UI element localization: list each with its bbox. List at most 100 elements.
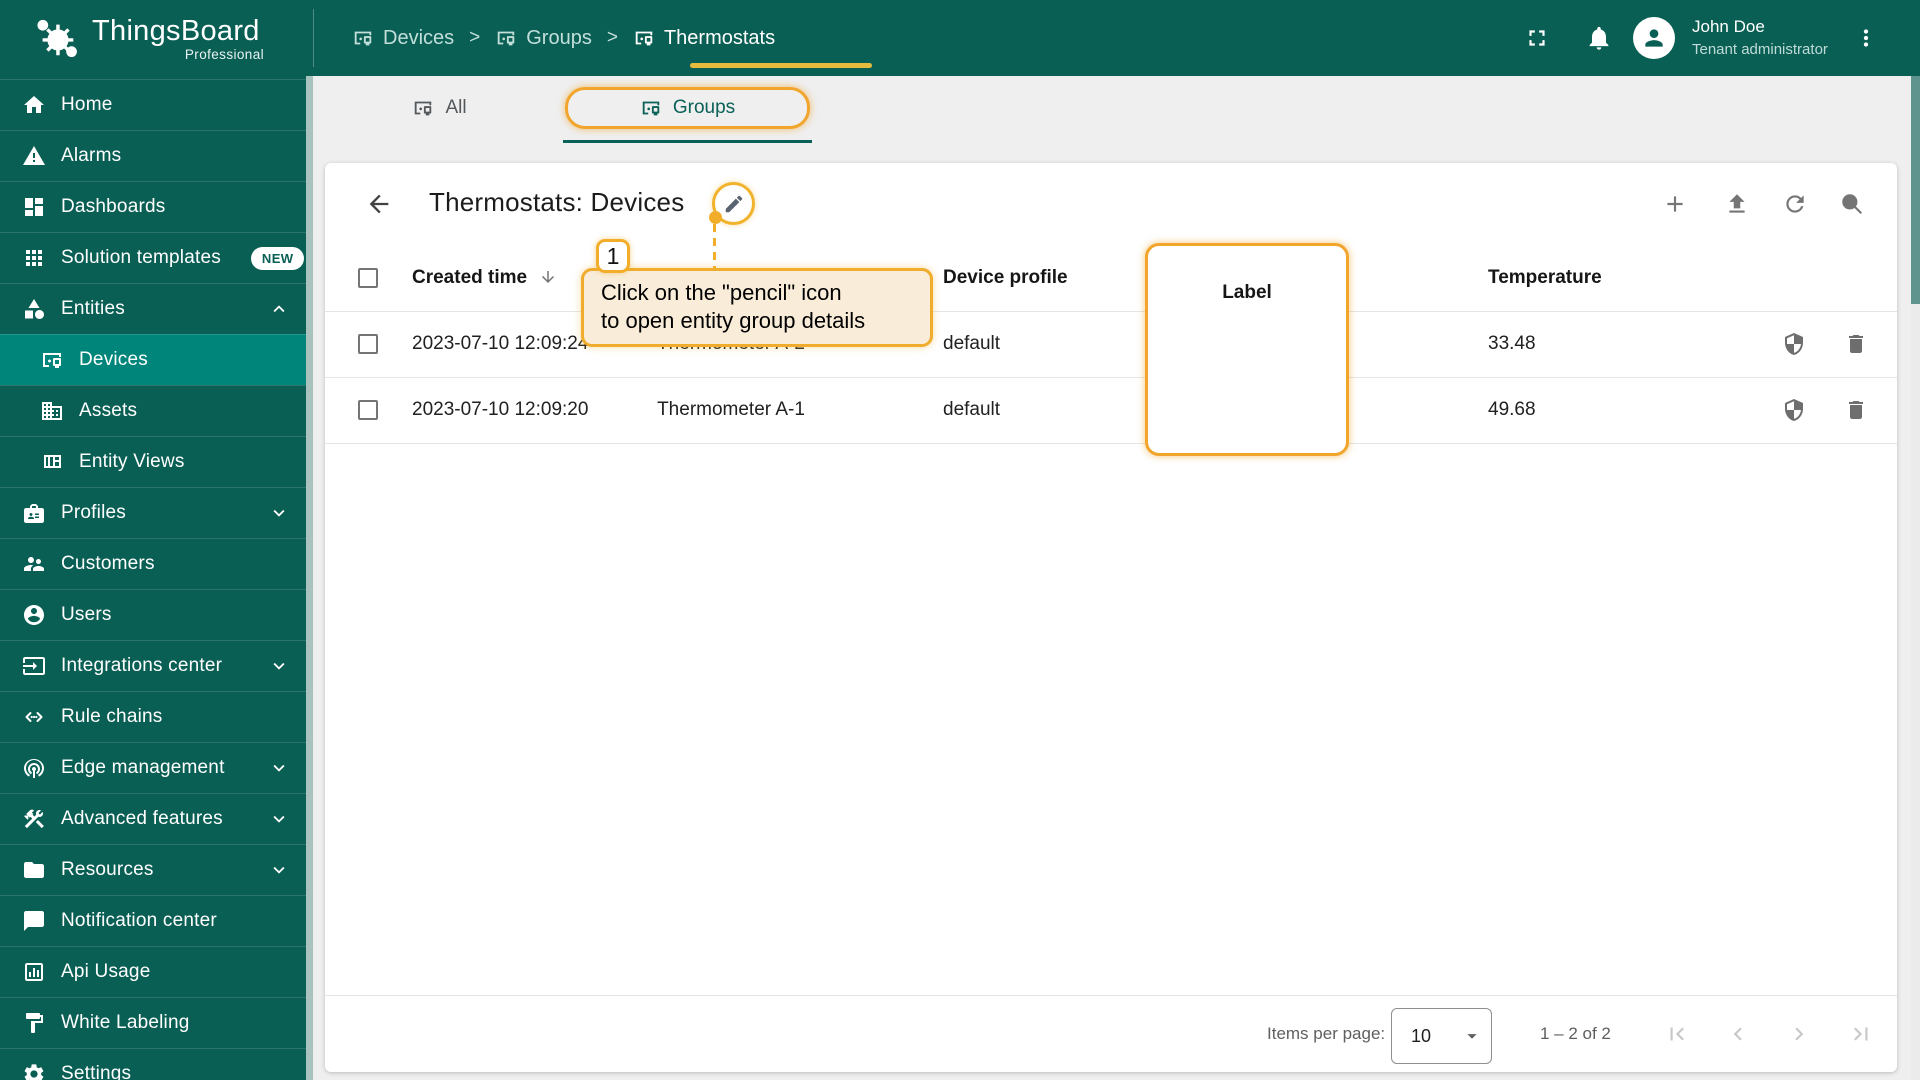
last-page-icon[interactable]: [1848, 1021, 1874, 1047]
sidebar-item-label: Home: [61, 94, 113, 115]
column-header-created-time[interactable]: Created time: [412, 267, 557, 289]
sidebar-item-label: Edge management: [61, 757, 225, 778]
add-entity-button[interactable]: [1662, 191, 1688, 217]
sidebar-item-edge-management[interactable]: Edge management: [0, 742, 306, 793]
sidebar-item-rule-chains[interactable]: Rule chains: [0, 691, 306, 742]
sidebar-item-label: Solution templates: [61, 247, 221, 268]
chevron-down-icon: [268, 757, 290, 779]
shield-security-icon[interactable]: [1782, 332, 1806, 356]
tutorial-connector-dot: [709, 211, 722, 224]
back-arrow-button[interactable]: [365, 190, 393, 218]
sidebar-item-resources[interactable]: Resources: [0, 844, 306, 895]
cell-created-time: 2023-07-10 12:09:24: [412, 333, 589, 354]
sidebar-item-label: Entity Views: [79, 451, 185, 472]
delete-trash-icon[interactable]: [1844, 398, 1868, 422]
sidebar-item-home[interactable]: Home: [0, 79, 306, 130]
top-header: ThingsBoard Professional Devices > Group…: [0, 0, 1920, 76]
tutorial-callout-line1: Click on the "pencil" icon: [601, 280, 842, 305]
items-per-page-label: Items per page:: [1267, 1024, 1386, 1043]
paint-icon: [22, 1011, 46, 1035]
home-icon: [22, 93, 46, 117]
first-page-icon[interactable]: [1664, 1021, 1690, 1047]
sidebar-item-alarms[interactable]: Alarms: [0, 130, 306, 181]
tutorial-connector-dashed-line: [713, 224, 716, 268]
sidebar-item-entity-views[interactable]: Entity Views: [0, 436, 306, 487]
sidebar-item-label: Customers: [61, 553, 155, 574]
chevron-down-icon: [268, 502, 290, 524]
sidebar-item-label: Settings: [61, 1063, 132, 1080]
sidebar-item-label: Api Usage: [61, 961, 151, 982]
select-all-checkbox[interactable]: [358, 268, 378, 288]
sidebar-item-label: Users: [61, 604, 112, 625]
divider: [325, 443, 1897, 444]
search-button[interactable]: [1839, 191, 1865, 217]
customers-icon: [22, 552, 46, 576]
column-header-temperature[interactable]: Temperature: [1488, 267, 1602, 289]
row-checkbox[interactable]: [358, 400, 378, 420]
breadcrumb-label: Thermostats: [663, 26, 776, 49]
notifications-bell-icon[interactable]: [1585, 24, 1613, 52]
sidebar-item-solution-templates[interactable]: Solution templates NEW: [0, 232, 306, 283]
table-row[interactable]: 2023-07-10 12:09:20 Thermometer A-1 defa…: [325, 377, 1897, 443]
entities-icon: [22, 297, 46, 321]
chart-icon: [22, 960, 46, 984]
import-button[interactable]: [1724, 191, 1750, 217]
items-per-page-select[interactable]: 10: [1391, 1008, 1492, 1064]
sidebar: Home Alarms Dashboards Solution template…: [0, 76, 306, 1080]
more-vert-icon[interactable]: [1853, 25, 1879, 51]
sidebar-item-profiles[interactable]: Profiles: [0, 487, 306, 538]
shield-security-icon[interactable]: [1782, 398, 1806, 422]
user-menu[interactable]: John Doe Tenant administrator: [1692, 17, 1828, 58]
sidebar-item-devices[interactable]: Devices: [0, 334, 306, 385]
breadcrumb-separator: >: [606, 27, 618, 48]
sidebar-item-notification-center[interactable]: Notification center: [0, 895, 306, 946]
breadcrumb-devices[interactable]: Devices: [352, 27, 454, 50]
tutorial-callout-line2: to open entity group details: [601, 308, 866, 333]
breadcrumb-thermostats[interactable]: Thermostats: [633, 27, 775, 50]
sidebar-item-label: Devices: [79, 349, 148, 370]
page-scrollbar-thumb[interactable]: [1911, 76, 1920, 304]
tutorial-step-badge: 1: [596, 239, 630, 273]
sidebar-item-assets[interactable]: Assets: [0, 385, 306, 436]
column-header-label[interactable]: Label: [1148, 282, 1346, 304]
cell-temperature: 33.48: [1488, 333, 1536, 354]
sidebar-item-advanced-features[interactable]: Advanced features: [0, 793, 306, 844]
avatar[interactable]: [1633, 17, 1675, 59]
next-page-icon[interactable]: [1786, 1021, 1812, 1047]
page-title: Thermostats: Devices: [429, 187, 685, 217]
person-icon: [1641, 25, 1667, 51]
sidebar-item-white-labeling[interactable]: White Labeling: [0, 997, 306, 1048]
profiles-icon: [22, 501, 46, 525]
breadcrumb-label: Groups: [526, 26, 592, 49]
folder-icon: [22, 858, 46, 882]
sidebar-item-integrations-center[interactable]: Integrations center: [0, 640, 306, 691]
breadcrumb-groups[interactable]: Groups: [495, 27, 592, 50]
main-content: All Groups Thermostats: Devices Created …: [313, 76, 1911, 1080]
fullscreen-icon[interactable]: [1524, 25, 1550, 51]
table-row[interactable]: 2023-07-10 12:09:24 Thermometer A-2 defa…: [325, 311, 1897, 377]
users-icon: [22, 603, 46, 627]
chevron-down-icon: [268, 808, 290, 830]
row-checkbox[interactable]: [358, 334, 378, 354]
sidebar-item-users[interactable]: Users: [0, 589, 306, 640]
previous-page-icon[interactable]: [1725, 1021, 1751, 1047]
cell-device-profile: default: [943, 333, 1001, 354]
sidebar-item-dashboards[interactable]: Dashboards: [0, 181, 306, 232]
chevron-up-icon: [268, 298, 290, 320]
refresh-button[interactable]: [1782, 191, 1808, 217]
active-tab-underline: [563, 140, 812, 143]
sidebar-item-settings[interactable]: Settings: [0, 1048, 306, 1080]
user-role: Tenant administrator: [1692, 41, 1828, 58]
sidebar-item-label: Integrations center: [61, 655, 223, 676]
sidebar-item-entities[interactable]: Entities: [0, 283, 306, 334]
tab-groups[interactable]: Groups: [563, 76, 812, 140]
sidebar-item-customers[interactable]: Customers: [0, 538, 306, 589]
sidebar-item-api-usage[interactable]: Api Usage: [0, 946, 306, 997]
sidebar-item-label: Alarms: [61, 145, 122, 166]
column-header-device-profile[interactable]: Device profile: [943, 267, 1068, 289]
tab-all[interactable]: All: [316, 76, 563, 140]
thingsboard-logo-icon: [34, 16, 80, 62]
sidebar-scrollbar[interactable]: [306, 76, 313, 1080]
devices-icon: [495, 27, 517, 49]
delete-trash-icon[interactable]: [1844, 332, 1868, 356]
